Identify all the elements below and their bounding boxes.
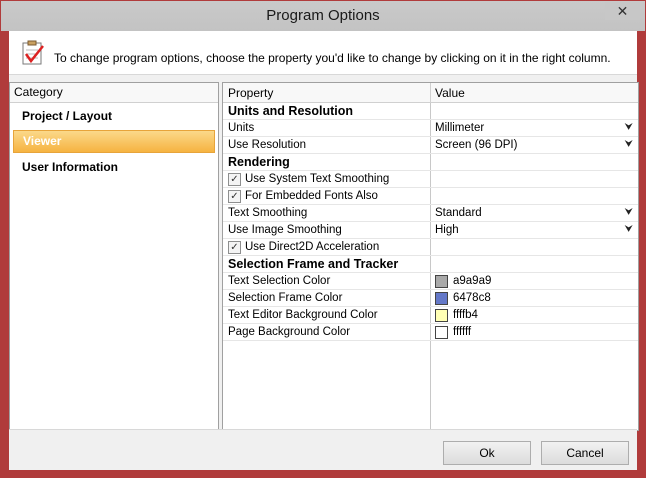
column-header-value: Value bbox=[435, 86, 465, 100]
section-rendering: Rendering bbox=[223, 154, 638, 171]
property-row-text-editor-bg-color[interactable]: Text Editor Background Color ffffb4 bbox=[223, 307, 638, 324]
property-label: Use Image Smoothing bbox=[228, 224, 342, 236]
property-row-embedded-fonts[interactable]: ✓ For Embedded Fonts Also bbox=[223, 188, 638, 205]
header-panel: To change program options, choose the pr… bbox=[9, 31, 637, 75]
options-window: Program Options ✕ To change program opti… bbox=[0, 0, 646, 478]
column-header-property: Property bbox=[228, 86, 274, 100]
checkbox-checked-icon[interactable]: ✓ bbox=[228, 241, 241, 254]
ok-button[interactable]: Ok bbox=[443, 441, 531, 465]
checkbox-label: Use Direct2D Acceleration bbox=[245, 241, 380, 253]
section-selection-frame: Selection Frame and Tracker bbox=[223, 256, 638, 273]
cancel-button[interactable]: Cancel bbox=[541, 441, 629, 465]
section-units-resolution: Units and Resolution bbox=[223, 103, 638, 120]
property-row-use-resolution[interactable]: Use Resolution Screen (96 DPI) ⮟ bbox=[223, 137, 638, 154]
color-swatch[interactable] bbox=[435, 309, 448, 322]
category-item-viewer[interactable]: Viewer bbox=[13, 130, 215, 153]
close-icon: ✕ bbox=[616, 3, 629, 19]
close-button[interactable]: ✕ bbox=[605, 2, 640, 20]
property-row-system-text-smoothing[interactable]: ✓ Use System Text Smoothing bbox=[223, 171, 638, 188]
checkbox-checked-icon[interactable]: ✓ bbox=[228, 173, 241, 186]
property-label: Text Editor Background Color bbox=[228, 309, 378, 321]
property-row-units[interactable]: Units Millimeter ⮟ bbox=[223, 120, 638, 137]
dropdown-arrow-icon[interactable]: ⮟ bbox=[625, 222, 634, 238]
property-row-selection-frame-color[interactable]: Selection Frame Color 6478c8 bbox=[223, 290, 638, 307]
dialog-client: To change program options, choose the pr… bbox=[9, 31, 639, 470]
property-row-text-selection-color[interactable]: Text Selection Color a9a9a9 bbox=[223, 273, 638, 290]
checkbox-label: Use System Text Smoothing bbox=[245, 173, 390, 185]
color-swatch[interactable] bbox=[435, 275, 448, 288]
header-instruction: To change program options, choose the pr… bbox=[54, 51, 611, 65]
checklist-icon bbox=[22, 40, 44, 65]
column-divider bbox=[430, 83, 431, 102]
color-swatch[interactable] bbox=[435, 326, 448, 339]
property-label: Text Selection Color bbox=[228, 275, 331, 287]
dropdown-arrow-icon[interactable]: ⮟ bbox=[625, 120, 634, 136]
category-item-project-layout[interactable]: Project / Layout bbox=[13, 105, 215, 127]
category-item-user-information[interactable]: User Information bbox=[13, 156, 215, 178]
section-title: Units and Resolution bbox=[228, 104, 353, 118]
dropdown-arrow-icon[interactable]: ⮟ bbox=[625, 137, 634, 153]
grid-header: Property Value bbox=[223, 83, 638, 103]
checkbox-label: For Embedded Fonts Also bbox=[245, 190, 378, 202]
category-list[interactable]: Category Project / Layout Viewer User In… bbox=[9, 82, 219, 431]
section-title: Rendering bbox=[228, 155, 290, 169]
checkbox-checked-icon[interactable]: ✓ bbox=[228, 190, 241, 203]
property-row-text-smoothing[interactable]: Text Smoothing Standard ⮟ bbox=[223, 205, 638, 222]
window-title: Program Options bbox=[266, 7, 380, 24]
property-label: Page Background Color bbox=[228, 326, 351, 338]
property-row-image-smoothing[interactable]: Use Image Smoothing High ⮟ bbox=[223, 222, 638, 239]
property-label: Use Resolution bbox=[228, 139, 306, 151]
property-row-direct2d[interactable]: ✓ Use Direct2D Acceleration bbox=[223, 239, 638, 256]
property-label: Units bbox=[228, 122, 255, 134]
section-title: Selection Frame and Tracker bbox=[228, 257, 399, 271]
category-header: Category bbox=[10, 83, 218, 103]
property-value[interactable]: Standard bbox=[435, 205, 482, 221]
property-value[interactable]: 6478c8 bbox=[453, 290, 491, 306]
title-bar[interactable]: Program Options ✕ bbox=[1, 1, 645, 31]
property-value[interactable]: ffffff bbox=[453, 324, 471, 340]
property-label: Text Smoothing bbox=[228, 207, 308, 219]
property-value[interactable]: Screen (96 DPI) bbox=[435, 137, 517, 153]
property-value[interactable]: ffffb4 bbox=[453, 307, 478, 323]
property-grid[interactable]: Property Value Units and Resolution Unit… bbox=[222, 82, 639, 431]
property-value[interactable]: High bbox=[435, 222, 459, 238]
property-value[interactable]: Millimeter bbox=[435, 120, 484, 136]
property-value[interactable]: a9a9a9 bbox=[453, 273, 491, 289]
property-row-page-bg-color[interactable]: Page Background Color ffffff bbox=[223, 324, 638, 341]
property-label: Selection Frame Color bbox=[228, 292, 343, 304]
color-swatch[interactable] bbox=[435, 292, 448, 305]
dropdown-arrow-icon[interactable]: ⮟ bbox=[625, 205, 634, 221]
